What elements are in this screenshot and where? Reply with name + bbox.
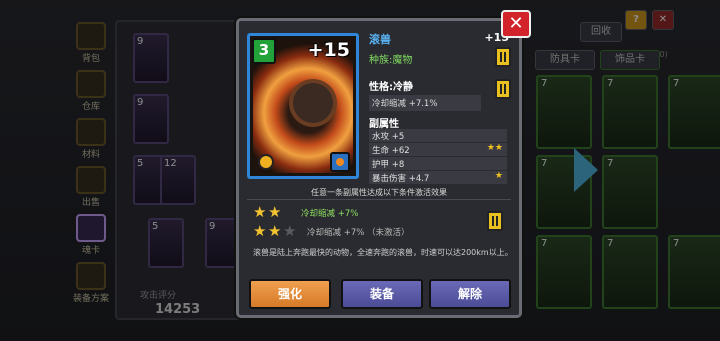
sub-stats-title: 副属性	[369, 119, 399, 130]
enhance-button[interactable]: 强化	[249, 279, 331, 309]
star-icon: ★	[253, 222, 267, 240]
sub-stat-row: 护甲 +8	[369, 157, 507, 170]
star-icon: ★	[268, 203, 282, 221]
condition-row: ★ ★ 冷却缩减 +7%	[253, 204, 483, 222]
card-description: 滚兽是陆上奔跑最快的动物，全速奔跑的滚兽，时速可以达200km以上。	[253, 248, 513, 257]
race-icon	[330, 152, 350, 172]
card-enhance-level: +15	[307, 39, 350, 61]
star-icon: ★	[494, 171, 503, 181]
star-icon: ★★	[486, 143, 503, 153]
lock-icon[interactable]	[495, 47, 511, 67]
element-icon	[258, 154, 274, 170]
action-buttons: 强化 装备 解除	[249, 279, 515, 311]
card-race: 种族:魔物	[369, 55, 413, 66]
condition-text: 冷却缩减 +7% （未激活）	[307, 228, 410, 238]
remove-button[interactable]: 解除	[429, 279, 511, 309]
activation-note: 任意一条副属性达成以下条件激活效果	[311, 188, 447, 197]
lock-icon[interactable]	[487, 211, 503, 231]
trait-title: 性格:冷静	[369, 82, 413, 93]
condition-text: 冷却缩减 +7%	[301, 209, 359, 219]
sub-stat-row: 生命 +62 ★★	[369, 143, 507, 156]
card-detail-modal: 3 +15 滚兽 +15 种族:魔物 性格:冷静 冷却缩减 +7.1% 副属性 …	[236, 18, 522, 318]
divider	[247, 199, 511, 200]
lock-icon[interactable]	[495, 79, 511, 99]
star-icon: ★	[268, 222, 282, 240]
card-info: 滚兽 +15 种族:魔物 性格:冷静 冷却缩减 +7.1%	[369, 31, 515, 111]
close-button[interactable]: ✕	[501, 10, 531, 38]
star-icon: ★	[253, 203, 267, 221]
condition-row: ★ ★ ★ 冷却缩减 +7% （未激活）	[253, 223, 483, 241]
equip-button[interactable]: 装备	[341, 279, 423, 309]
card-level-badge: 3	[252, 38, 276, 64]
star-empty-icon: ★	[283, 222, 297, 240]
card-image: 3 +15	[247, 33, 359, 179]
sub-stat-row: 暴击伤害 +4.7 ★	[369, 171, 507, 184]
trait-value: 冷却缩减 +7.1%	[369, 95, 481, 111]
sub-stat-row: 水攻 +5	[369, 129, 507, 142]
